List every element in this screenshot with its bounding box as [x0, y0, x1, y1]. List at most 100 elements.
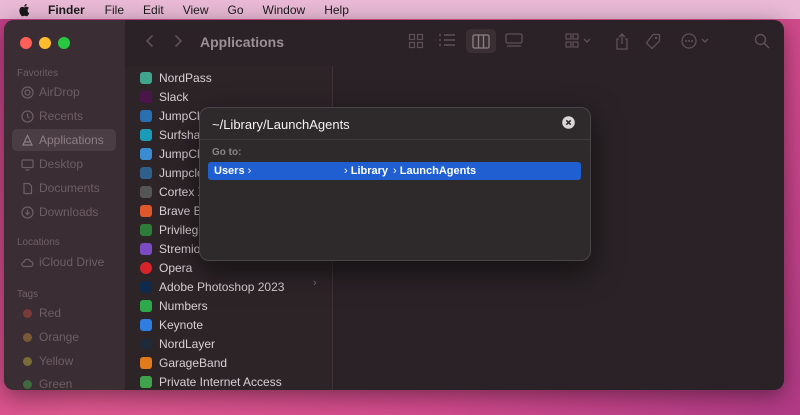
list-item[interactable]: Cortex X: [140, 182, 206, 201]
folder-icon: [140, 280, 152, 293]
pia-app-icon: [140, 375, 152, 388]
jumpcloud-app-icon: [140, 109, 152, 122]
go-to-folder-dialog: Go to: Users › › Library › LaunchAgents: [199, 107, 591, 261]
nordpass-app-icon: [140, 71, 152, 84]
sidebar-tag-orange[interactable]: Orange: [12, 326, 116, 348]
sidebar-tag-green[interactable]: Green: [12, 373, 116, 390]
list-item[interactable]: Surfsha: [140, 125, 200, 144]
menu-go[interactable]: Go: [228, 3, 244, 17]
dialog-divider: [200, 139, 590, 140]
sidebar-item-label: iCloud Drive: [39, 255, 105, 269]
brave-app-icon: [140, 204, 152, 217]
sidebar-item-label: AirDrop: [39, 85, 80, 99]
sidebar-item-icloud-drive[interactable]: iCloud Drive: [12, 251, 116, 273]
stremio-app-icon: [140, 242, 152, 255]
menu-edit[interactable]: Edit: [143, 3, 164, 17]
menu-view[interactable]: View: [183, 3, 209, 17]
sidebar-item-desktop[interactable]: Desktop: [12, 153, 116, 175]
list-item[interactable]: JumpCl: [140, 106, 200, 125]
clock-icon: [19, 109, 35, 123]
slack-app-icon: [140, 90, 152, 103]
list-view-button[interactable]: [438, 33, 456, 47]
sidebar-item-label: Recents: [39, 109, 84, 123]
sidebar-item-applications[interactable]: Applications: [12, 129, 116, 151]
sidebar-tag-red[interactable]: Red: [12, 302, 116, 324]
gallery-view-button[interactable]: [505, 33, 523, 48]
tag-yellow-dot: [22, 356, 32, 366]
opera-app-icon: [140, 261, 152, 274]
icon-view-button[interactable]: [408, 33, 424, 49]
numbers-app-icon: [140, 299, 152, 312]
sidebar-item-documents[interactable]: Documents: [12, 177, 116, 199]
list-item[interactable]: Brave B: [140, 201, 202, 220]
search-icon[interactable]: [754, 33, 770, 49]
locations-heading: Locations: [17, 237, 60, 248]
share-icon[interactable]: [615, 33, 629, 51]
chevron-right-icon: ›: [344, 165, 348, 177]
menu-help[interactable]: Help: [324, 3, 349, 17]
list-item[interactable]: NordLayer: [140, 334, 215, 353]
sidebar-item-label: Applications: [39, 133, 104, 147]
path-segment-library: Library: [350, 165, 389, 177]
path-input[interactable]: [212, 114, 552, 134]
sidebar-tag-yellow[interactable]: Yellow: [12, 350, 116, 372]
garageband-app-icon: [140, 356, 152, 369]
menu-file[interactable]: File: [105, 3, 124, 17]
menu-window[interactable]: Window: [263, 3, 306, 17]
tag-icon[interactable]: [644, 33, 662, 51]
list-item[interactable]: NordPass: [140, 68, 212, 87]
minimize-window-button[interactable]: [39, 37, 51, 49]
list-item[interactable]: Numbers: [140, 296, 208, 315]
jumpcloud-app-icon: [140, 147, 152, 160]
clear-input-button[interactable]: [562, 116, 575, 134]
menu-bar: Finder File Edit View Go Window Help: [0, 0, 800, 19]
chevron-right-icon: ›: [313, 277, 317, 289]
list-item[interactable]: GarageBand: [140, 353, 227, 372]
list-item[interactable]: Adobe Photoshop 2023: [140, 277, 284, 296]
list-item[interactable]: Jumpclo: [140, 163, 204, 182]
download-icon: [19, 205, 35, 219]
path-segment-users: Users: [214, 165, 245, 177]
go-to-label: Go to:: [212, 147, 242, 158]
airdrop-icon: [19, 85, 35, 99]
sidebar-item-label: Green: [39, 377, 73, 390]
sidebar-item-airdrop[interactable]: AirDrop: [12, 81, 116, 103]
list-item[interactable]: JumpCl: [140, 144, 200, 163]
privileges-app-icon: [140, 223, 152, 236]
path-suggestion-row[interactable]: Users › › Library › LaunchAgents: [208, 162, 581, 180]
close-window-button[interactable]: [20, 37, 32, 49]
apple-icon[interactable]: [18, 3, 32, 17]
list-item[interactable]: Opera: [140, 258, 192, 277]
nordlayer-app-icon: [140, 337, 152, 350]
chevron-right-icon: ›: [247, 165, 252, 177]
list-item[interactable]: Private Internet Access: [140, 372, 282, 390]
tag-orange-dot: [22, 332, 32, 342]
group-button[interactable]: [565, 33, 593, 49]
sidebar-item-label: Desktop: [39, 157, 84, 171]
menu-finder[interactable]: Finder: [48, 3, 85, 17]
forward-button[interactable]: [173, 34, 183, 48]
cortex-app-icon: [140, 185, 152, 198]
chevron-right-icon: ›: [393, 165, 397, 177]
window-controls: [20, 37, 70, 49]
sidebar-item-recents[interactable]: Recents: [12, 105, 116, 127]
list-item[interactable]: Stremio: [140, 239, 200, 258]
surfshark-app-icon: [140, 128, 152, 141]
cloud-icon: [19, 257, 35, 268]
toolbar: Applications: [125, 20, 784, 64]
column-view-button[interactable]: [466, 29, 496, 53]
applications-icon: [19, 133, 35, 147]
favorites-heading: Favorites: [17, 68, 59, 79]
maximize-window-button[interactable]: [58, 37, 70, 49]
more-actions-icon[interactable]: [681, 33, 713, 49]
tag-red-dot: [22, 308, 32, 318]
list-item[interactable]: Slack: [140, 87, 188, 106]
sidebar-item-downloads[interactable]: Downloads: [12, 201, 116, 223]
sidebar-item-label: Documents: [39, 181, 100, 195]
list-item[interactable]: Keynote: [140, 315, 203, 334]
tags-heading: Tags: [17, 289, 39, 300]
list-item[interactable]: Privilege: [140, 220, 205, 239]
back-button[interactable]: [145, 34, 155, 48]
keynote-app-icon: [140, 318, 152, 331]
window-title: Applications: [200, 34, 285, 50]
